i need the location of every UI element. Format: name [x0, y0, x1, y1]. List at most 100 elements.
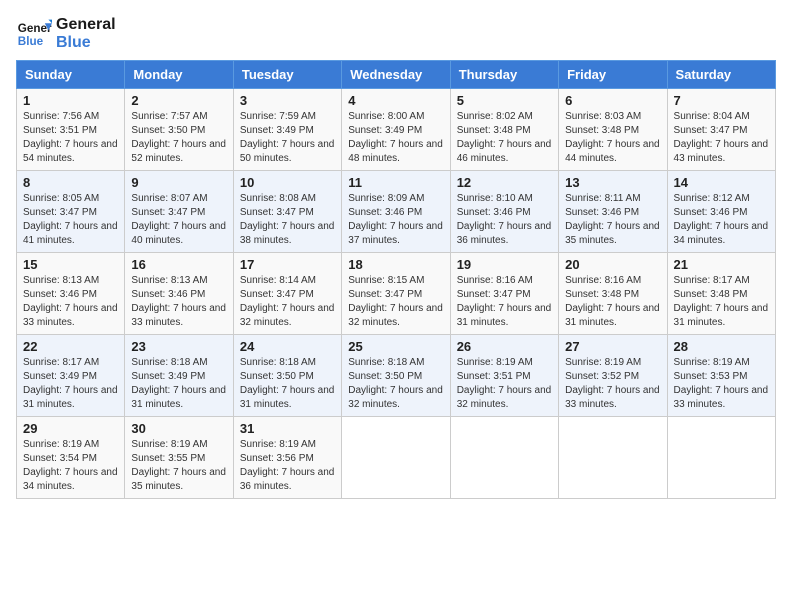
day-info: Sunrise: 7:59 AM Sunset: 3:49 PM Dayligh…: [240, 110, 335, 166]
sunrise-label: Sunrise: 8:11 AM: [565, 193, 640, 204]
day-info: Sunrise: 8:13 AM Sunset: 3:46 PM Dayligh…: [23, 274, 118, 330]
sunset-label: Sunset: 3:51 PM: [23, 125, 97, 136]
sunrise-label: Sunrise: 8:18 AM: [131, 357, 207, 368]
sunrise-label: Sunrise: 8:13 AM: [23, 275, 99, 286]
logo-icon: General Blue: [16, 16, 52, 52]
day-header-friday: Friday: [559, 61, 667, 89]
sunrise-label: Sunrise: 8:07 AM: [131, 193, 207, 204]
day-info: Sunrise: 8:19 AM Sunset: 3:53 PM Dayligh…: [674, 356, 769, 412]
day-info: Sunrise: 8:11 AM Sunset: 3:46 PM Dayligh…: [565, 192, 660, 248]
daylight-label: Daylight: 7 hours and 46 minutes.: [457, 139, 552, 164]
sunset-label: Sunset: 3:48 PM: [457, 125, 531, 136]
day-info: Sunrise: 8:19 AM Sunset: 3:55 PM Dayligh…: [131, 438, 226, 494]
daylight-label: Daylight: 7 hours and 34 minutes.: [23, 467, 118, 492]
day-number: 27: [565, 339, 660, 354]
sunset-label: Sunset: 3:46 PM: [131, 289, 205, 300]
empty-cell: [342, 417, 450, 499]
daylight-label: Daylight: 7 hours and 36 minutes.: [240, 467, 335, 492]
sunrise-label: Sunrise: 8:16 AM: [457, 275, 533, 286]
day-info: Sunrise: 8:03 AM Sunset: 3:48 PM Dayligh…: [565, 110, 660, 166]
sunrise-label: Sunrise: 8:15 AM: [348, 275, 424, 286]
sunrise-label: Sunrise: 8:19 AM: [131, 439, 207, 450]
sunset-label: Sunset: 3:50 PM: [131, 125, 205, 136]
day-header-sunday: Sunday: [17, 61, 125, 89]
day-cell-21: 21 Sunrise: 8:17 AM Sunset: 3:48 PM Dayl…: [667, 253, 775, 335]
day-cell-23: 23 Sunrise: 8:18 AM Sunset: 3:49 PM Dayl…: [125, 335, 233, 417]
day-number: 13: [565, 175, 660, 190]
daylight-label: Daylight: 7 hours and 32 minutes.: [348, 385, 443, 410]
sunset-label: Sunset: 3:47 PM: [457, 289, 531, 300]
day-info: Sunrise: 8:12 AM Sunset: 3:46 PM Dayligh…: [674, 192, 769, 248]
daylight-label: Daylight: 7 hours and 40 minutes.: [131, 221, 226, 246]
sunset-label: Sunset: 3:48 PM: [565, 289, 639, 300]
sunset-label: Sunset: 3:56 PM: [240, 453, 314, 464]
daylight-label: Daylight: 7 hours and 34 minutes.: [674, 221, 769, 246]
sunrise-label: Sunrise: 8:19 AM: [565, 357, 641, 368]
sunrise-label: Sunrise: 8:19 AM: [23, 439, 99, 450]
calendar: SundayMondayTuesdayWednesdayThursdayFrid…: [16, 60, 776, 499]
day-number: 15: [23, 257, 118, 272]
day-info: Sunrise: 8:18 AM Sunset: 3:50 PM Dayligh…: [240, 356, 335, 412]
day-header-monday: Monday: [125, 61, 233, 89]
sunset-label: Sunset: 3:47 PM: [131, 207, 205, 218]
sunset-label: Sunset: 3:52 PM: [565, 371, 639, 382]
day-number: 9: [131, 175, 226, 190]
day-cell-2: 2 Sunrise: 7:57 AM Sunset: 3:50 PM Dayli…: [125, 89, 233, 171]
day-info: Sunrise: 8:18 AM Sunset: 3:49 PM Dayligh…: [131, 356, 226, 412]
daylight-label: Daylight: 7 hours and 33 minutes.: [565, 385, 660, 410]
sunset-label: Sunset: 3:55 PM: [131, 453, 205, 464]
day-cell-19: 19 Sunrise: 8:16 AM Sunset: 3:47 PM Dayl…: [450, 253, 558, 335]
day-info: Sunrise: 8:19 AM Sunset: 3:51 PM Dayligh…: [457, 356, 552, 412]
sunrise-label: Sunrise: 8:03 AM: [565, 111, 641, 122]
sunrise-label: Sunrise: 8:18 AM: [348, 357, 424, 368]
daylight-label: Daylight: 7 hours and 32 minutes.: [348, 303, 443, 328]
day-cell-11: 11 Sunrise: 8:09 AM Sunset: 3:46 PM Dayl…: [342, 171, 450, 253]
daylight-label: Daylight: 7 hours and 32 minutes.: [240, 303, 335, 328]
day-info: Sunrise: 8:19 AM Sunset: 3:54 PM Dayligh…: [23, 438, 118, 494]
sunrise-label: Sunrise: 7:57 AM: [131, 111, 207, 122]
daylight-label: Daylight: 7 hours and 41 minutes.: [23, 221, 118, 246]
day-number: 18: [348, 257, 443, 272]
sunrise-label: Sunrise: 7:59 AM: [240, 111, 316, 122]
logo: General Blue General Blue: [16, 16, 116, 52]
daylight-label: Daylight: 7 hours and 52 minutes.: [131, 139, 226, 164]
logo-line2: Blue: [56, 34, 116, 52]
day-number: 23: [131, 339, 226, 354]
day-info: Sunrise: 8:18 AM Sunset: 3:50 PM Dayligh…: [348, 356, 443, 412]
daylight-label: Daylight: 7 hours and 35 minutes.: [565, 221, 660, 246]
empty-cell: [667, 417, 775, 499]
week-row-4: 22 Sunrise: 8:17 AM Sunset: 3:49 PM Dayl…: [17, 335, 776, 417]
daylight-label: Daylight: 7 hours and 33 minutes.: [23, 303, 118, 328]
day-number: 26: [457, 339, 552, 354]
sunrise-label: Sunrise: 8:13 AM: [131, 275, 207, 286]
day-cell-12: 12 Sunrise: 8:10 AM Sunset: 3:46 PM Dayl…: [450, 171, 558, 253]
day-cell-17: 17 Sunrise: 8:14 AM Sunset: 3:47 PM Dayl…: [233, 253, 341, 335]
day-cell-15: 15 Sunrise: 8:13 AM Sunset: 3:46 PM Dayl…: [17, 253, 125, 335]
day-info: Sunrise: 8:19 AM Sunset: 3:56 PM Dayligh…: [240, 438, 335, 494]
day-cell-29: 29 Sunrise: 8:19 AM Sunset: 3:54 PM Dayl…: [17, 417, 125, 499]
daylight-label: Daylight: 7 hours and 32 minutes.: [457, 385, 552, 410]
day-cell-28: 28 Sunrise: 8:19 AM Sunset: 3:53 PM Dayl…: [667, 335, 775, 417]
day-info: Sunrise: 8:19 AM Sunset: 3:52 PM Dayligh…: [565, 356, 660, 412]
day-number: 16: [131, 257, 226, 272]
day-number: 11: [348, 175, 443, 190]
daylight-label: Daylight: 7 hours and 50 minutes.: [240, 139, 335, 164]
day-header-tuesday: Tuesday: [233, 61, 341, 89]
sunrise-label: Sunrise: 8:18 AM: [240, 357, 316, 368]
sunrise-label: Sunrise: 8:17 AM: [23, 357, 99, 368]
day-number: 3: [240, 93, 335, 108]
sunrise-label: Sunrise: 8:10 AM: [457, 193, 533, 204]
sunrise-label: Sunrise: 8:19 AM: [240, 439, 316, 450]
day-cell-9: 9 Sunrise: 8:07 AM Sunset: 3:47 PM Dayli…: [125, 171, 233, 253]
daylight-label: Daylight: 7 hours and 31 minutes.: [457, 303, 552, 328]
day-info: Sunrise: 8:05 AM Sunset: 3:47 PM Dayligh…: [23, 192, 118, 248]
sunset-label: Sunset: 3:51 PM: [457, 371, 531, 382]
sunrise-label: Sunrise: 7:56 AM: [23, 111, 99, 122]
day-number: 19: [457, 257, 552, 272]
day-number: 30: [131, 421, 226, 436]
sunset-label: Sunset: 3:49 PM: [348, 125, 422, 136]
day-cell-26: 26 Sunrise: 8:19 AM Sunset: 3:51 PM Dayl…: [450, 335, 558, 417]
daylight-label: Daylight: 7 hours and 43 minutes.: [674, 139, 769, 164]
day-cell-7: 7 Sunrise: 8:04 AM Sunset: 3:47 PM Dayli…: [667, 89, 775, 171]
day-cell-31: 31 Sunrise: 8:19 AM Sunset: 3:56 PM Dayl…: [233, 417, 341, 499]
